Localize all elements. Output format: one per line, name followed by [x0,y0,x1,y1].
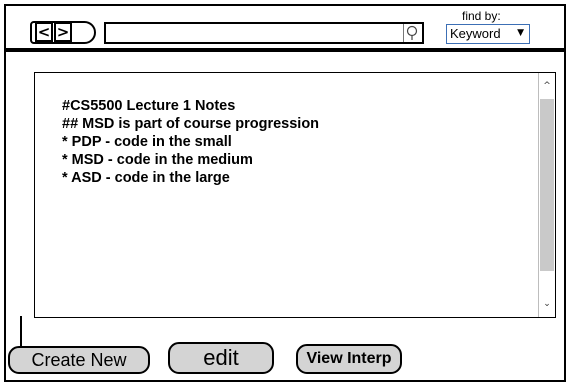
edit-button[interactable]: edit [168,342,274,374]
notes-line: ## MSD is part of course progression [62,116,320,132]
scroll-thumb[interactable] [540,99,554,271]
chevron-down-icon: ▼ [517,28,524,38]
forward-button[interactable]: > [54,22,72,42]
create-new-button[interactable]: Create New [8,346,150,374]
find-by-label: find by: [462,9,501,23]
find-by-selected-value: Keyword [450,26,501,41]
vertical-scrollbar[interactable]: ^ ⌄ [538,73,555,317]
search-input[interactable] [108,25,398,41]
nav-button-group: < > [30,21,96,44]
notes-line: * PDP - code in the small [62,134,232,150]
search-box [104,22,424,44]
notes-content: #CS5500 Lecture 1 Notes ## MSD is part o… [62,97,319,187]
notes-line: * MSD - code in the medium [62,152,253,168]
view-interp-button[interactable]: View Interp [296,344,402,374]
find-by-select[interactable]: Keyword ▼ [446,24,530,44]
toolbar: < > find by: Keyword ▼ [6,6,564,52]
notes-line: * ASD - code in the large [62,170,230,186]
search-icon[interactable] [403,24,421,42]
app-window: < > find by: Keyword ▼ #CS5500 Lecture 1… [4,4,566,382]
notes-line: #CS5500 Lecture 1 Notes [62,98,236,114]
notes-text-area[interactable]: #CS5500 Lecture 1 Notes ## MSD is part o… [34,72,556,318]
back-button[interactable]: < [35,22,53,42]
scroll-down-icon[interactable]: ⌄ [539,295,555,313]
scroll-up-icon[interactable]: ^ [539,77,555,95]
divider [20,316,22,348]
